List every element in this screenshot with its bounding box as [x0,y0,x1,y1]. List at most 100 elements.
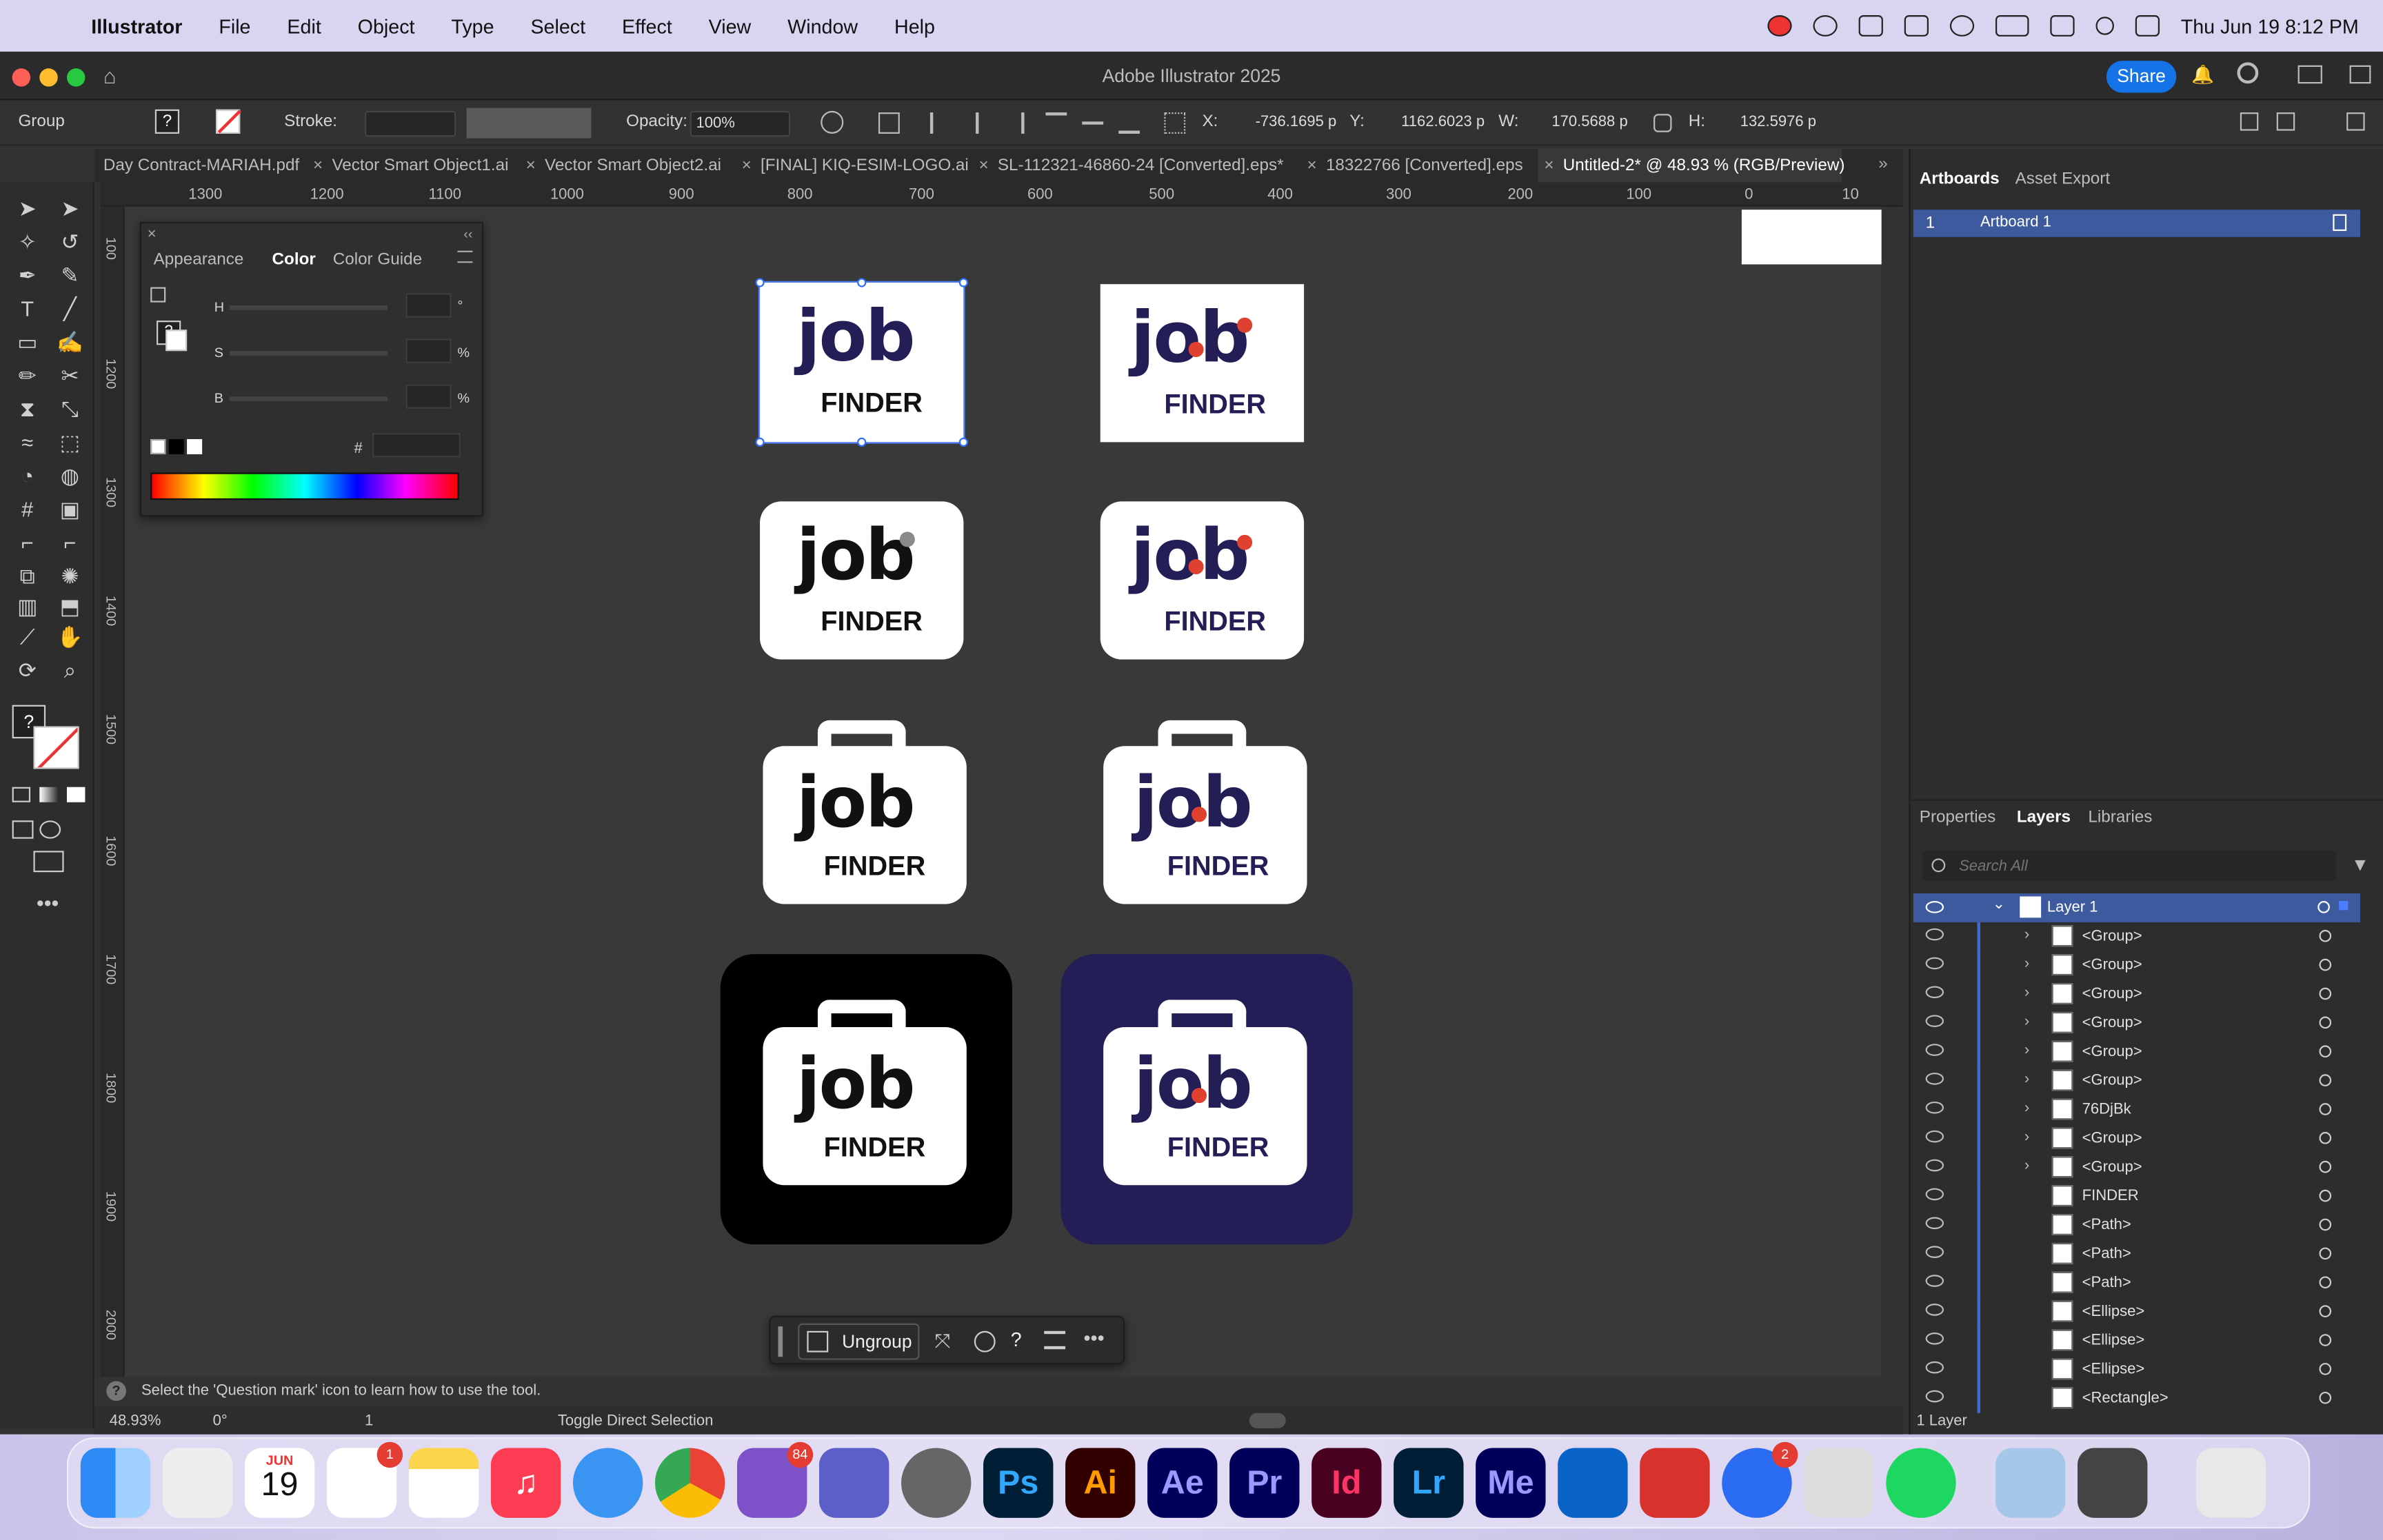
layer-row[interactable]: <Path> [1913,1268,2363,1298]
layer-row[interactable]: › <Group> [1913,922,2363,951]
expand-chevron-icon[interactable]: › [2024,1071,2029,1088]
pen-tool-icon[interactable]: ✒ [12,261,43,289]
brightness-field[interactable] [405,384,452,409]
properties-toggle-icon[interactable] [2276,112,2295,131]
expand-chevron-icon[interactable]: › [2024,927,2029,944]
dock-safari-icon[interactable] [572,1448,643,1518]
dock-chrome-icon[interactable] [654,1448,725,1518]
target-icon[interactable] [2319,1305,2332,1317]
target-icon[interactable] [2319,1103,2332,1115]
visibility-eye-icon[interactable] [1925,1332,1944,1345]
visibility-eye-icon[interactable] [1925,986,1944,999]
target-icon[interactable] [2319,1016,2332,1029]
layer-item-name[interactable]: <Ellipse> [2082,1304,2145,1320]
options-icon[interactable] [1044,1330,1066,1350]
layer-name[interactable]: Layer 1 [2047,900,2098,916]
black-swatch[interactable] [168,438,184,455]
curvature-tool-icon[interactable]: ✎ [54,261,85,289]
magic-wand-tool-icon[interactable]: ✧ [12,228,43,256]
layer-item-name[interactable]: <Group> [2082,929,2142,945]
layer-item-name[interactable]: <Ellipse> [2082,1361,2145,1378]
dock-music-icon[interactable]: ♫ [490,1448,561,1518]
layer-row[interactable]: <Rectangle> [1913,1384,2363,1413]
layer-item-name[interactable]: <Group> [2082,986,2142,1002]
dock-reminders-icon[interactable]: 1 [326,1441,403,1518]
dock-calculator-icon[interactable] [2078,1448,2148,1518]
hex-field[interactable] [372,433,461,458]
dock-launchpad-icon[interactable] [162,1448,233,1518]
dock-indesign-icon[interactable]: Id [1311,1448,1382,1518]
target-icon[interactable] [2319,1276,2332,1289]
spotlight-search-icon[interactable] [2095,17,2114,35]
fill-swatch[interactable]: ? [154,109,180,134]
layer-row[interactable]: <Ellipse> [1913,1297,2363,1327]
selection-handle[interactable] [755,437,765,447]
logo-variant-briefcase-color[interactable]: job FINDER [1103,746,1307,904]
tab-vector-smart-object1[interactable]: × Vector Smart Object1.ai [313,149,535,182]
target-icon[interactable] [2319,1247,2332,1260]
mesh-tool-icon[interactable]: # [12,496,43,523]
layer-row[interactable]: <Path> [1913,1239,2363,1269]
target-icon[interactable] [2319,1074,2332,1086]
tab-layers[interactable]: Layers [2017,809,2071,827]
layer-item-name[interactable]: <Rectangle> [2082,1390,2169,1407]
scale-tool-icon[interactable]: ⤡ [54,395,85,423]
menu-file[interactable]: File [201,14,269,37]
column-graph-tool-icon[interactable]: ▥ [12,593,43,620]
menu-effect[interactable]: Effect [604,14,691,37]
layer-row[interactable]: › 76DjBk [1913,1095,2363,1125]
tab-sl-converted[interactable]: × SL-112321-46860-24 [Converted].eps* [978,149,1298,182]
drag-handle[interactable] [778,1326,783,1357]
tab-kiq-esim-logo[interactable]: × [FINAL] KIQ-ESIM-LOGO.ai [742,149,969,182]
stroke-swatch[interactable] [215,109,241,134]
align-left-icon[interactable] [929,112,952,134]
bell-icon[interactable]: 🔔 [2191,64,2214,85]
dock-messenger-icon[interactable]: 2 [1722,1441,1798,1518]
edit-toolbar-icon[interactable]: ••• [37,891,59,915]
opacity-field[interactable]: 100% [690,110,791,137]
artboard-row[interactable]: 1 Artboard 1 [1913,210,2360,237]
layer-item-name[interactable]: 76DjBk [2082,1102,2131,1118]
layer-item-name[interactable]: <Group> [2082,1044,2142,1060]
filter-icon[interactable]: ▼ [2351,854,2369,875]
scissors-tool-icon[interactable]: ✂ [54,362,85,389]
gradient-tool-icon[interactable]: ▣ [54,496,85,523]
reflect-tool-icon[interactable]: ⧗ [12,395,43,423]
expand-chevron-icon[interactable]: › [2024,955,2029,972]
dock-trash-icon[interactable] [2195,1448,2266,1518]
logo-variant-rounded-mono[interactable]: job FINDER [760,501,964,660]
visibility-eye-icon[interactable] [1925,928,1944,941]
visibility-eye-icon[interactable] [1925,1044,1944,1056]
symbol-sprayer-tool-icon[interactable]: ✺ [54,563,85,590]
screen-mode-icon[interactable] [33,851,64,873]
menubar-clock[interactable]: Thu Jun 19 8:12 PM [2181,14,2359,37]
dock-photo-booth-icon[interactable] [1640,1448,1710,1518]
visibility-eye-icon[interactable] [1925,1130,1944,1143]
y-field[interactable]: 1162.6023 p [1397,111,1488,136]
question-mark-icon[interactable]: ? [106,1381,126,1401]
layer-row[interactable]: FINDER [1913,1182,2363,1211]
menu-edit[interactable]: Edit [269,14,339,37]
visibility-eye-icon[interactable] [1925,1217,1944,1230]
arrange-documents-icon[interactable] [2240,112,2259,131]
panel-menu-icon[interactable] [457,250,473,263]
extension-icon[interactable] [1858,15,1883,37]
target-icon[interactable] [2319,1132,2332,1144]
expand-chevron-icon[interactable]: › [2024,1129,2029,1146]
search-icon[interactable] [2237,62,2259,84]
hue-slider[interactable] [229,305,388,310]
align-center-icon[interactable] [976,112,997,134]
brush-style-dropdown[interactable] [466,108,592,139]
menu-window[interactable]: Window [770,14,876,37]
zoom-level[interactable]: 48.93% [110,1413,161,1430]
free-transform-tool-icon[interactable]: ⬚ [54,429,85,456]
close-tab-icon[interactable]: × [1307,156,1317,174]
selection-tool-icon[interactable]: ➤ [12,194,43,222]
layer-row[interactable]: › <Group> [1913,980,2363,1009]
visibility-eye-icon[interactable] [1925,1304,1944,1316]
visibility-eye-icon[interactable] [1925,957,1944,970]
menu-select[interactable]: Select [512,14,604,37]
more-options-icon[interactable]: ••• [1084,1326,1105,1349]
white-swatch[interactable] [187,438,203,455]
x-field[interactable]: -736.1695 p [1251,111,1339,136]
